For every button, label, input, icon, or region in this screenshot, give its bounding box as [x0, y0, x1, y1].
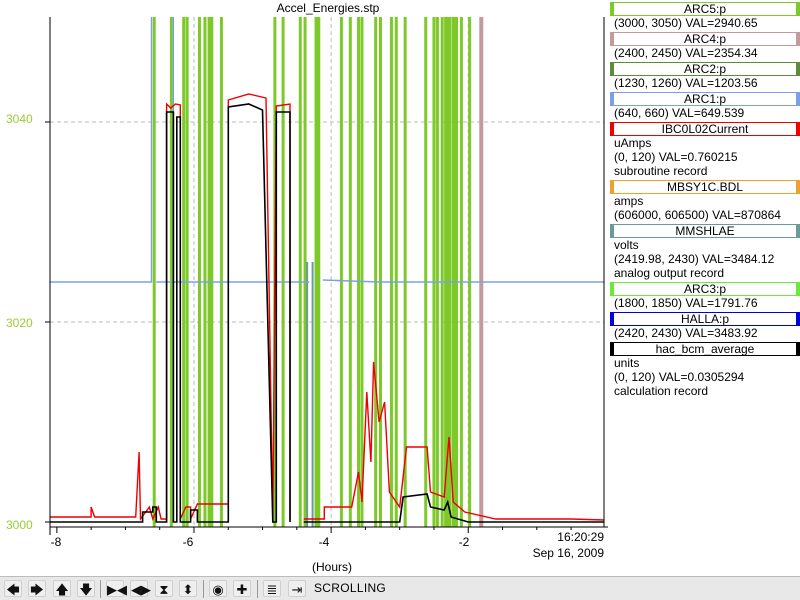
legend-detail-line: (2400, 2450) VAL=2354.34 [614, 46, 758, 60]
legend-series-name[interactable]: HALLA:p [610, 312, 800, 326]
legend-detail-line: amps [614, 194, 644, 208]
legend-detail-line: (2419.98, 2430) VAL=3484.12 [614, 252, 775, 266]
y-tick-label-3040: 3040 [6, 112, 33, 126]
legend-series-name[interactable]: ARC3:p [610, 282, 800, 296]
legend-entry: ARC5:p (3000, 3050) VAL=2940.65 [610, 2, 800, 30]
toolbar-separator [257, 580, 258, 598]
legend: ARC5:p (3000, 3050) VAL=2940.65 ARC4:p (240… [610, 0, 800, 398]
end-time-label: 16:20:29 [557, 530, 604, 544]
legend-entry: MBSY1C.BDL amps (606000, 606500) VAL=87086… [610, 180, 800, 222]
legend-entry: ARC2:p (1230, 1260) VAL=1203.56 [610, 62, 800, 90]
legend-series-name[interactable]: MMSHLAE [610, 224, 800, 238]
x-tick-label-minus-4: -4 [318, 535, 330, 549]
legend-detail-line: volts [614, 238, 639, 252]
end-date-label: Sep 16, 2009 [532, 546, 604, 560]
legend-entry: ARC3:p (1800, 1850) VAL=1791.76 [610, 282, 800, 310]
x-tick-label-minus-2: -2 [458, 535, 470, 549]
toolbar-separator [203, 580, 204, 598]
record-icon[interactable]: ◉ [209, 580, 227, 597]
legend-series-name[interactable]: ARC2:p [610, 62, 800, 76]
goto-end-icon[interactable]: ⇥ [288, 580, 306, 597]
legend-series-name[interactable]: hac_bcm_average [610, 342, 800, 356]
legend-entry: ARC1:p (640, 660) VAL=649.539 [610, 92, 800, 120]
series-line-arc1-p [50, 17, 153, 283]
x-tick-label-minus-6: -6 [182, 535, 194, 549]
toolbar: 🡄 🡆 🡅 🡇 ▶◀ ◀▶ ⧗ ⬍ ◉ ✚ ≣ ⇥ SCROLLING [0, 576, 800, 600]
expand-horizontal-icon[interactable]: ◀▶ [130, 580, 151, 597]
legend-detail-line: (2420, 2430) VAL=3483.92 [614, 326, 758, 340]
plot-area[interactable] [0, 0, 608, 560]
legend-entry: ARC4:p (2400, 2450) VAL=2354.34 [610, 32, 800, 60]
legend-detail-line: (1230, 1260) VAL=1203.56 [614, 76, 758, 90]
toolbar-separator [100, 580, 101, 598]
arrow-up-icon[interactable]: 🡅 [53, 580, 71, 597]
legend-entry: IBC0L02Current uAmps (0, 120) VAL=0.760215… [610, 122, 800, 178]
compress-vertical-icon[interactable]: ⧗ [155, 580, 173, 597]
legend-entry: MMSHLAE volts (2419.98, 2430) VAL=3484.12 a… [610, 224, 800, 280]
compress-horizontal-icon[interactable]: ▶◀ [106, 580, 127, 597]
legend-detail-line: (3000, 3050) VAL=2940.65 [614, 16, 758, 30]
legend-detail-line: (0, 120) VAL=0.0305294 [614, 370, 745, 384]
legend-detail-line: (0, 120) VAL=0.760215 [614, 150, 738, 164]
overlay-icon[interactable]: ≣ [263, 580, 281, 597]
legend-detail-line: (640, 660) VAL=649.539 [614, 106, 745, 120]
legend-entry: hac_bcm_average units (0, 120) VAL=0.03052… [610, 342, 800, 398]
legend-series-name[interactable]: MBSY1C.BDL [610, 180, 800, 194]
x-tick-label-minus-8: -8 [50, 535, 62, 549]
arrow-left-icon[interactable]: 🡄 [4, 580, 22, 597]
y-tick-label-3000: 3000 [6, 518, 33, 532]
legend-detail-line: subroutine record [614, 164, 708, 178]
mode-label: SCROLLING [314, 581, 387, 595]
legend-detail-line: units [614, 356, 640, 370]
expand-vertical-icon[interactable]: ⬍ [179, 580, 197, 597]
legend-detail-line: analog output record [614, 266, 725, 280]
legend-detail-line: calculation record [614, 384, 709, 398]
legend-series-name[interactable]: ARC4:p [610, 32, 800, 46]
legend-series-name[interactable]: ARC1:p [610, 92, 800, 106]
arrow-right-icon[interactable]: 🡆 [28, 580, 46, 597]
legend-detail-line: (1800, 1850) VAL=1791.76 [614, 296, 758, 310]
legend-detail-line: (606000, 606500) VAL=870864 [614, 208, 781, 222]
crosshair-icon[interactable]: ✚ [233, 580, 251, 597]
legend-series-name[interactable]: ARC5:p [610, 2, 800, 16]
legend-detail-line: uAmps [614, 136, 652, 150]
series-line-arc1-p [322, 279, 604, 283]
x-axis-label: (Hours) [311, 560, 352, 574]
y-tick-label-3020: 3020 [6, 316, 33, 330]
arrow-down-icon[interactable]: 🡇 [77, 580, 95, 597]
legend-series-name[interactable]: IBC0L02Current [610, 122, 800, 136]
legend-entry: HALLA:p (2420, 2430) VAL=3483.92 [610, 312, 800, 340]
